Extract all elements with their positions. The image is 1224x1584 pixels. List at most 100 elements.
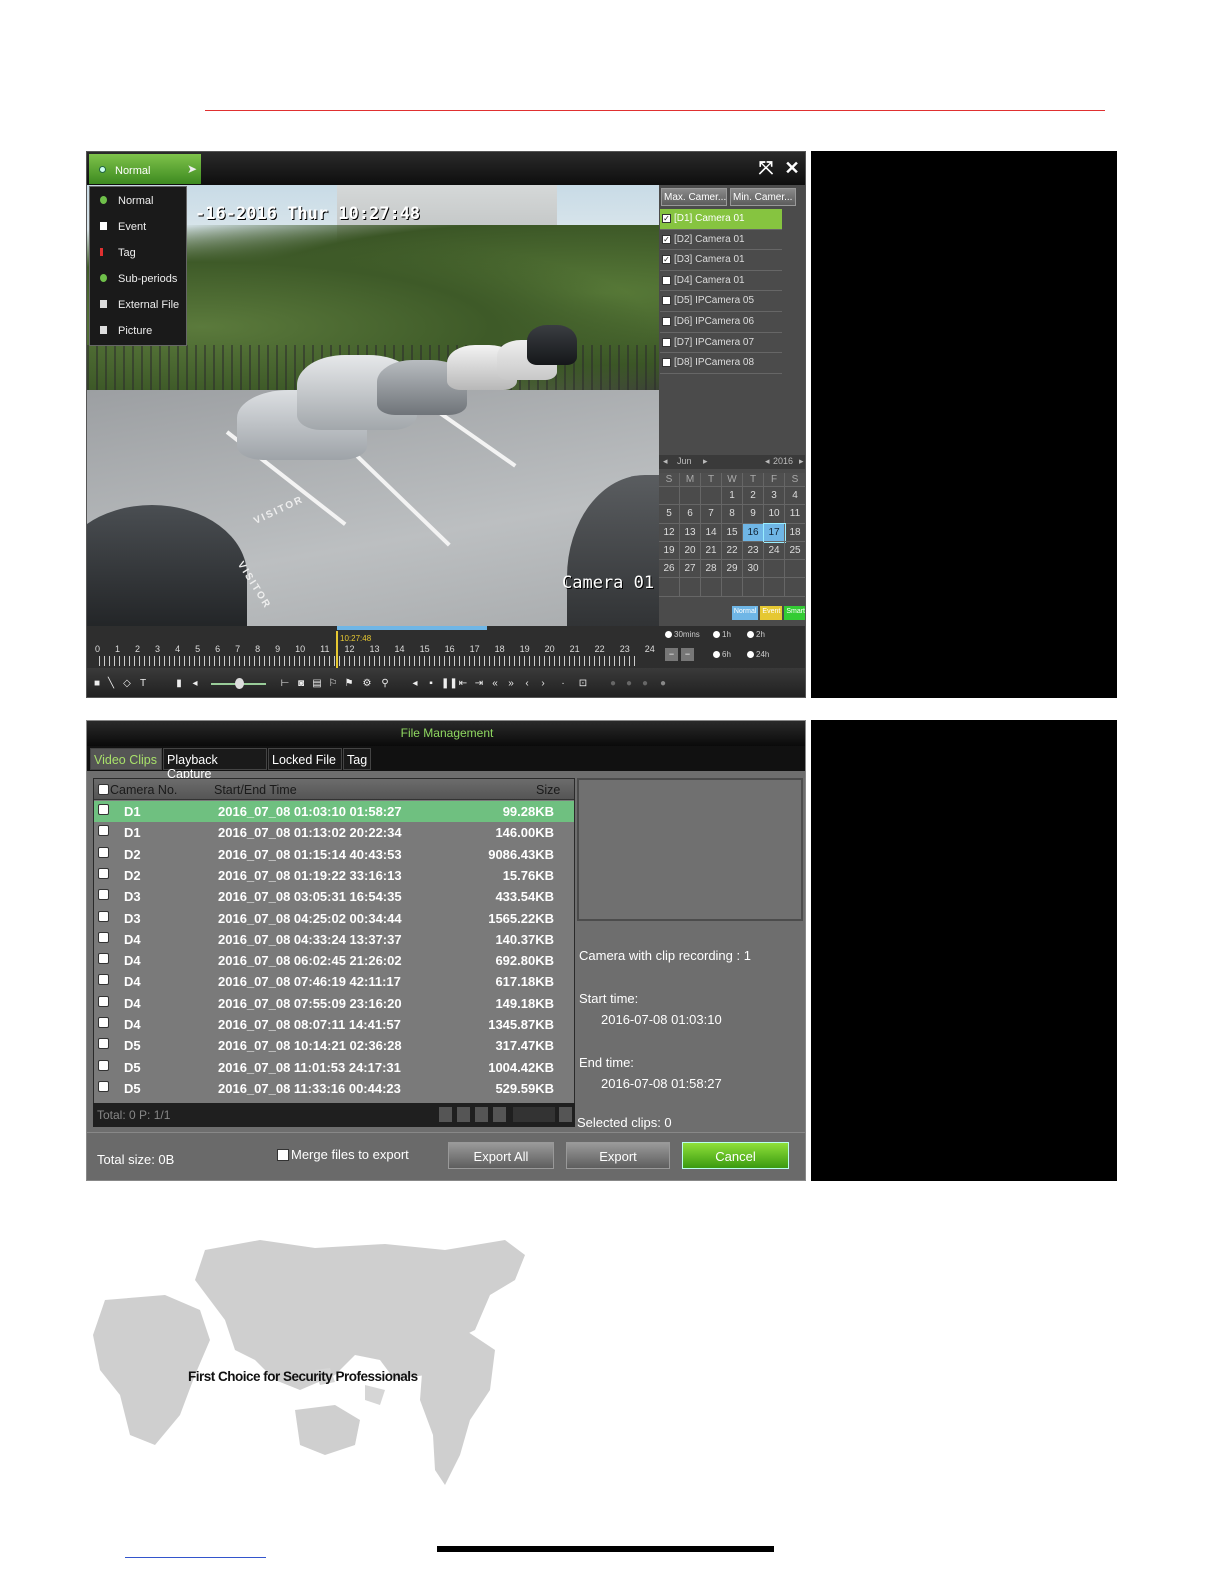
camera-item[interactable]: ✓ [D1] Camera 01 — [660, 209, 782, 230]
clip-row[interactable]: D4 2016_07_08 04:33:24 13:37:37 140.37KB — [94, 929, 574, 950]
clip-row[interactable]: D5 2016_07_08 11:33:16 00:44:23 529.59KB — [94, 1078, 574, 1099]
calendar-day[interactable]: 29 — [722, 560, 743, 579]
camera-checkbox[interactable]: ✓ — [662, 255, 671, 265]
tag-edit-icon[interactable]: ⚑ — [343, 677, 355, 690]
last-page-icon[interactable] — [493, 1107, 506, 1122]
calendar-day[interactable]: 23 — [743, 541, 764, 561]
calendar-day[interactable]: 4 — [785, 487, 805, 506]
camera-checkbox[interactable] — [662, 275, 671, 285]
clip-start-icon[interactable]: ⊢ — [279, 677, 291, 690]
merge-files-checkbox[interactable]: Merge files to export — [277, 1147, 409, 1162]
calendar-day[interactable]: 1 — [722, 487, 743, 506]
camera-item[interactable]: ✓ [D2] Camera 01 — [660, 230, 782, 251]
calendar-day[interactable]: 24 — [764, 541, 785, 561]
footer-link-underline[interactable] — [125, 1557, 266, 1558]
calendar-day[interactable]: 28 — [701, 560, 722, 579]
calendar-day[interactable]: 13 — [680, 523, 701, 542]
clip-row[interactable]: D2 2016_07_08 01:15:14 40:43:53 9086.43KB — [94, 844, 574, 865]
clip-checkbox[interactable] — [98, 1080, 109, 1092]
camera-item[interactable]: [D6] IPCamera 06 — [660, 312, 782, 333]
camera-item[interactable]: [D5] IPCamera 05 — [660, 291, 782, 312]
playback-mode-button[interactable]: Normal ➤ — [89, 154, 201, 184]
calendar-day[interactable]: 10 — [764, 505, 785, 524]
col-size[interactable]: Size — [536, 783, 560, 797]
clip-checkbox[interactable] — [98, 846, 109, 858]
camera-checkbox[interactable] — [662, 316, 671, 326]
clip-checkbox[interactable] — [98, 910, 109, 922]
clip-row[interactable]: D1 2016_07_08 01:03:10 01:58:27 99.28KB — [94, 801, 574, 823]
settings-icon[interactable]: ⚙ — [361, 677, 373, 690]
camera-item[interactable]: [D7] IPCamera 07 — [660, 333, 782, 354]
calendar-day[interactable]: 30 — [743, 560, 764, 579]
step-forward-icon[interactable]: ⇥ — [473, 677, 485, 690]
min-camera-button[interactable]: Min. Camer... — [730, 188, 796, 206]
menu-item-tag[interactable]: Tag — [90, 239, 186, 265]
page-input[interactable] — [513, 1107, 555, 1122]
tab-playback-capture[interactable]: Playback Capture — [163, 748, 267, 781]
clip-checkbox[interactable] — [98, 867, 109, 879]
clip-checkbox[interactable] — [98, 825, 109, 837]
export-button[interactable]: Export — [566, 1142, 670, 1169]
clip-checkbox[interactable] — [98, 889, 109, 901]
camera-item[interactable]: [D8] IPCamera 08 — [660, 353, 782, 374]
menu-item-external-file[interactable]: External File — [90, 291, 186, 317]
lock-icon[interactable]: ▤ — [311, 677, 323, 690]
tag-add-icon[interactable]: ⚐ — [327, 677, 339, 690]
calendar-day[interactable]: 3 — [764, 487, 785, 506]
pen-icon[interactable]: ╲ — [105, 677, 117, 690]
timeline[interactable]: 10:27:48 0 1 2 3 4 5 6 7 8 9 10 11 12 13 14 15 16 17 18 19 2… — [87, 626, 659, 668]
camera-item[interactable]: ✓ [D3] Camera 01 — [660, 250, 782, 271]
calendar-day[interactable]: 11 — [785, 505, 805, 524]
checkbox-icon[interactable] — [277, 1149, 289, 1161]
prev-month-icon[interactable]: ◂ — [663, 456, 668, 467]
clip-row[interactable]: D3 2016_07_08 04:25:02 00:34:44 1565.22KB — [94, 908, 574, 929]
max-camera-button[interactable]: Max. Camer... — [661, 188, 727, 206]
pause-icon[interactable]: ❚❚ — [441, 677, 458, 690]
diamond-icon[interactable]: ◇ — [121, 677, 133, 690]
fullscreen-toggle-icon[interactable]: ⊡ — [577, 677, 589, 690]
calendar-day[interactable]: 17 — [763, 522, 786, 543]
calendar-day[interactable]: 27 — [680, 560, 701, 579]
calendar-day[interactable]: 9 — [743, 505, 764, 524]
text-icon[interactable]: T — [137, 677, 149, 690]
go-page-icon[interactable] — [559, 1107, 572, 1122]
time-scale-radio[interactable]: 30mins — [665, 630, 700, 639]
speaker-icon[interactable]: ◂ — [189, 677, 201, 690]
stop-icon[interactable]: ▪ — [425, 677, 437, 690]
col-camera-no[interactable]: Camera No. — [110, 783, 177, 797]
stop-square-icon[interactable]: ■ — [91, 677, 103, 690]
menu-item-picture[interactable]: Picture — [90, 317, 186, 343]
calendar-day[interactable]: 2 — [743, 487, 764, 506]
close-icon[interactable]: ✕ — [781, 157, 803, 179]
time-scale-radio[interactable]: 6h — [713, 650, 731, 659]
clip-row[interactable]: D3 2016_07_08 03:05:31 16:54:35 433.54KB — [94, 886, 574, 907]
calendar-day[interactable]: 18 — [785, 524, 805, 542]
clip-checkbox[interactable] — [98, 804, 109, 815]
clip-checkbox[interactable] — [98, 953, 109, 965]
clip-checkbox[interactable] — [98, 1059, 109, 1071]
volume-knob[interactable] — [235, 678, 244, 689]
export-all-button[interactable]: Export All — [448, 1142, 554, 1169]
calendar-day[interactable]: 14 — [701, 523, 722, 542]
time-scale-radio[interactable]: 24h — [747, 650, 769, 659]
clip-row[interactable]: D1 2016_07_08 01:13:02 20:22:34 146.00KB — [94, 822, 574, 843]
calendar-day[interactable]: 19 — [659, 541, 680, 561]
camera-checkbox[interactable]: ✓ — [662, 214, 671, 223]
calendar-day[interactable]: 6 — [680, 505, 701, 524]
cancel-button[interactable]: Cancel — [682, 1142, 789, 1169]
clip-checkbox[interactable] — [98, 974, 109, 986]
menu-item-sub-periods[interactable]: Sub-periods — [90, 265, 186, 291]
select-all-checkbox[interactable] — [98, 784, 109, 795]
clip-row[interactable]: D4 2016_07_08 06:02:45 21:26:02 692.80KB — [94, 950, 574, 971]
clip-row[interactable]: D4 2016_07_08 07:46:19 42:11:17 617.18KB — [94, 971, 574, 992]
calendar-day[interactable]: 5 — [659, 505, 680, 524]
clip-row[interactable]: D5 2016_07_08 10:14:21 02:36:28 317.47KB — [94, 1035, 574, 1056]
clip-row[interactable]: D4 2016_07_08 07:55:09 23:16:20 149.18KB — [94, 993, 574, 1014]
snapshot-icon[interactable]: ◙ — [295, 677, 307, 690]
menu-item-normal[interactable]: Normal — [90, 187, 186, 213]
time-scale-radio[interactable]: 1h — [713, 630, 731, 639]
calendar-day[interactable]: 25 — [785, 542, 805, 561]
clip-checkbox[interactable] — [98, 1038, 109, 1050]
prev-page-icon[interactable] — [457, 1107, 470, 1122]
menu-item-event[interactable]: Event — [90, 213, 186, 239]
